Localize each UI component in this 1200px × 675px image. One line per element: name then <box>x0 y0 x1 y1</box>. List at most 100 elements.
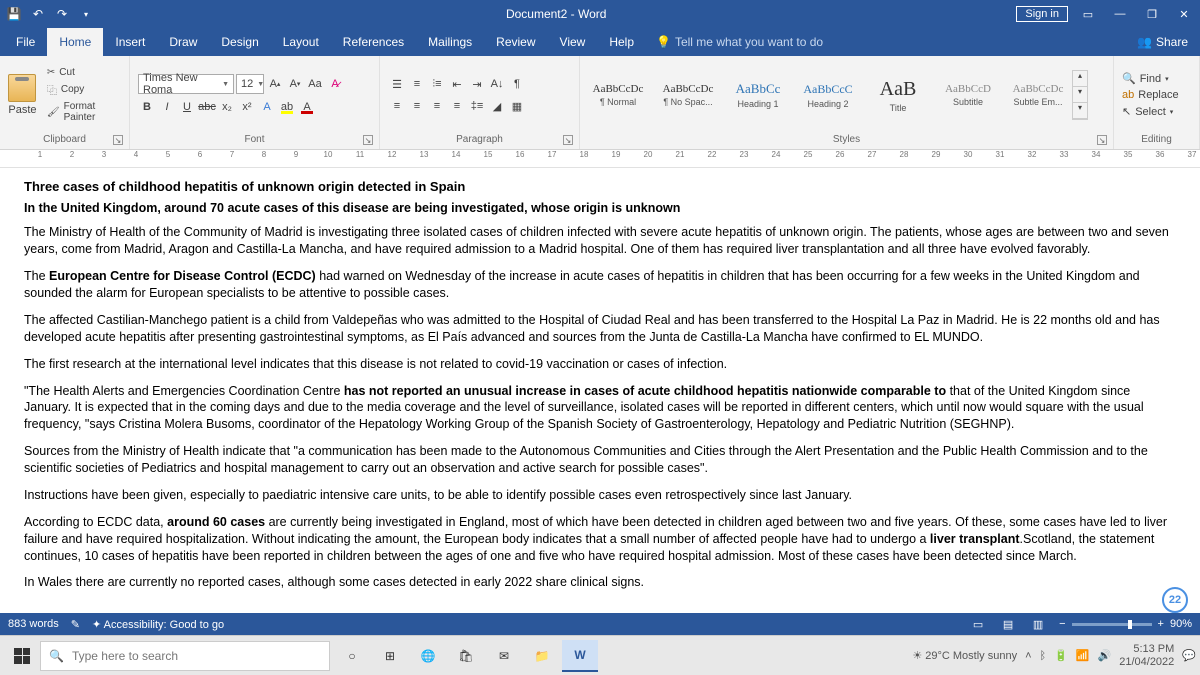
close-icon[interactable]: ✕ <box>1172 4 1196 24</box>
maximize-icon[interactable]: ❐ <box>1140 4 1164 24</box>
font-size-combo[interactable]: 12▼ <box>236 74 264 94</box>
font-dialog-icon[interactable]: ↘ <box>363 135 373 145</box>
superscript-button[interactable]: x² <box>238 98 256 116</box>
zoom-value[interactable]: 90% <box>1170 618 1192 630</box>
accessibility-status[interactable]: ✦ Accessibility: Good to go <box>92 618 224 631</box>
style-heading-2[interactable]: AaBbCcCHeading 2 <box>794 71 862 119</box>
up-arrow-icon[interactable]: ▴ <box>1073 71 1087 87</box>
subscript-button[interactable]: x₂ <box>218 98 236 116</box>
volume-icon[interactable]: 🔊 <box>1098 649 1112 662</box>
battery-icon[interactable]: 🔋 <box>1054 649 1068 662</box>
styles-scroll[interactable]: ▴▾▾ <box>1072 70 1088 120</box>
justify-button[interactable]: ≡ <box>448 97 466 115</box>
align-left-button[interactable]: ≡ <box>388 97 406 115</box>
clipboard-dialog-icon[interactable]: ↘ <box>113 135 123 145</box>
tab-home[interactable]: Home <box>47 28 103 56</box>
tell-me-search[interactable]: 💡 Tell me what you want to do <box>656 35 823 49</box>
find-button[interactable]: 🔍Find▾ <box>1118 71 1183 86</box>
start-button[interactable] <box>4 640 40 672</box>
tab-help[interactable]: Help <box>597 28 646 56</box>
tab-insert[interactable]: Insert <box>103 28 157 56</box>
style-title[interactable]: AaBTitle <box>864 71 932 119</box>
weather-widget[interactable]: ☀ 29°C Mostly sunny <box>912 649 1017 662</box>
style-heading-1[interactable]: AaBbCcHeading 1 <box>724 71 792 119</box>
cut-button[interactable]: ✂Cut <box>45 66 125 79</box>
tab-mailings[interactable]: Mailings <box>416 28 484 56</box>
styles-dialog-icon[interactable]: ↘ <box>1097 135 1107 145</box>
align-right-button[interactable]: ≡ <box>428 97 446 115</box>
bluetooth-icon[interactable]: ᛒ <box>1040 650 1047 662</box>
tab-design[interactable]: Design <box>209 28 270 56</box>
signin-button[interactable]: Sign in <box>1016 6 1068 22</box>
zoom-out-icon[interactable]: − <box>1059 618 1065 630</box>
zoom-in-icon[interactable]: + <box>1158 618 1164 630</box>
tab-review[interactable]: Review <box>484 28 547 56</box>
web-layout-icon[interactable]: ▥ <box>1029 615 1047 633</box>
italic-button[interactable]: I <box>158 98 176 116</box>
show-marks-button[interactable]: ¶ <box>508 75 526 93</box>
ruler[interactable]: 1234567891011121314151617181920212223242… <box>0 150 1200 168</box>
qat-more[interactable]: ▾ <box>76 4 96 24</box>
paragraph-dialog-icon[interactable]: ↘ <box>563 135 573 145</box>
increase-indent-button[interactable]: ⇥ <box>468 75 486 93</box>
tab-layout[interactable]: Layout <box>271 28 331 56</box>
shrink-font-button[interactable]: A▾ <box>286 75 304 93</box>
sort-button[interactable]: A↓ <box>488 75 506 93</box>
tab-draw[interactable]: Draw <box>157 28 209 56</box>
print-layout-icon[interactable]: ▤ <box>999 615 1017 633</box>
paste-button[interactable]: Paste <box>4 74 41 116</box>
badge-22[interactable]: 22 <box>1162 587 1188 613</box>
zoom-track[interactable] <box>1072 623 1152 626</box>
borders-button[interactable]: ▦ <box>508 97 526 115</box>
grow-font-button[interactable]: A▴ <box>266 75 284 93</box>
taskview-icon[interactable]: ⊞ <box>372 640 408 672</box>
down-arrow-icon[interactable]: ▾ <box>1073 87 1087 103</box>
shading-button[interactable]: ◢ <box>488 97 506 115</box>
style-subtitle[interactable]: AaBbCcDSubtitle <box>934 71 1002 119</box>
word-count[interactable]: 883 words <box>8 618 59 630</box>
select-button[interactable]: ↖Select▾ <box>1118 104 1183 119</box>
undo-icon[interactable]: ↶ <box>28 4 48 24</box>
tab-file[interactable]: File <box>4 28 47 56</box>
more-styles-icon[interactable]: ▾ <box>1073 103 1087 119</box>
taskbar-search[interactable]: 🔍Type here to search <box>40 641 330 671</box>
edge-icon[interactable]: 🌐 <box>410 640 446 672</box>
minimize-icon[interactable]: — <box>1108 4 1132 24</box>
proofing-icon[interactable]: ✎ <box>71 618 80 631</box>
explorer-icon[interactable]: 📁 <box>524 640 560 672</box>
zoom-slider[interactable]: − + 90% <box>1059 618 1192 630</box>
store-icon[interactable]: 🛍 <box>448 640 484 672</box>
strike-button[interactable]: abc <box>198 98 216 116</box>
tray-chevron-icon[interactable]: ˄ <box>1025 650 1031 662</box>
bullets-button[interactable]: ☰ <box>388 75 406 93</box>
align-center-button[interactable]: ≡ <box>408 97 426 115</box>
save-icon[interactable]: 💾 <box>4 4 24 24</box>
copy-button[interactable]: ⿻Copy <box>45 81 125 98</box>
mail-icon[interactable]: ✉ <box>486 640 522 672</box>
line-spacing-button[interactable]: ‡≡ <box>468 97 486 115</box>
bold-button[interactable]: B <box>138 98 156 116</box>
tab-view[interactable]: View <box>548 28 598 56</box>
redo-icon[interactable]: ↷ <box>52 4 72 24</box>
underline-button[interactable]: U <box>178 98 196 116</box>
font-color-button[interactable]: A <box>298 98 316 116</box>
wifi-icon[interactable]: 📶 <box>1076 649 1090 662</box>
change-case-button[interactable]: Aa <box>306 75 324 93</box>
decrease-indent-button[interactable]: ⇤ <box>448 75 466 93</box>
clock[interactable]: 5:13 PM 21/04/2022 <box>1119 643 1174 667</box>
word-icon[interactable]: W <box>562 640 598 672</box>
multilevel-button[interactable]: ⫶≡ <box>428 75 446 93</box>
style-subtle-em-[interactable]: AaBbCcDcSubtle Em... <box>1004 71 1072 119</box>
format-painter-button[interactable]: 🖌Format Painter <box>45 100 125 124</box>
notifications-icon[interactable]: 💬 <box>1182 649 1196 662</box>
style--no-spac-[interactable]: AaBbCcDc¶ No Spac... <box>654 71 722 119</box>
style--normal[interactable]: AaBbCcDc¶ Normal <box>584 71 652 119</box>
text-effects-button[interactable]: A <box>258 98 276 116</box>
replace-button[interactable]: abReplace <box>1118 88 1183 102</box>
document-area[interactable]: Three cases of childhood hepatitis of un… <box>0 168 1200 613</box>
numbering-button[interactable]: ≡ <box>408 75 426 93</box>
read-mode-icon[interactable]: ▭ <box>969 615 987 633</box>
tab-references[interactable]: References <box>331 28 416 56</box>
highlight-button[interactable]: ab <box>278 98 296 116</box>
ribbon-display-icon[interactable]: ▭ <box>1076 4 1100 24</box>
